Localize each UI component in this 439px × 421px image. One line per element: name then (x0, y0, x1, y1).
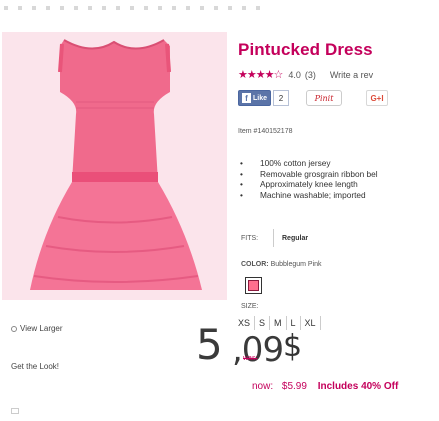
fits-row: FITS: Regular (241, 229, 308, 247)
size-label: SIZE: (241, 303, 259, 310)
now-price-row: now: $5.99 Includes 40% Off (252, 381, 398, 392)
now-label: now: (252, 381, 274, 392)
price-cents: ,09 (232, 330, 284, 370)
google-plus-button[interactable]: G+I (366, 90, 389, 106)
rating-row: ★★★★☆ 4.0 (3) Write a rev (238, 68, 373, 81)
feature-item: Machine washable; imported (238, 190, 378, 201)
pinterest-button[interactable]: Pinit (306, 90, 343, 106)
color-label: COLOR: (241, 261, 269, 268)
fits-label: FITS: (241, 234, 259, 242)
view-larger-label: View Larger (20, 324, 63, 333)
product-image[interactable] (2, 32, 227, 300)
like-label: Like (253, 94, 268, 102)
dress-illustration (2, 32, 227, 300)
feature-item: Approximately knee length (238, 179, 378, 190)
was-label: was: (243, 355, 258, 362)
size-option-xs[interactable]: XS (238, 316, 254, 330)
size-option-l[interactable]: L (285, 316, 300, 330)
was-price: was: (243, 355, 257, 362)
size-option-s[interactable]: S (254, 316, 269, 330)
feature-item: 100% cotton jersey (238, 158, 378, 169)
color-value: Bubblegum Pink (270, 261, 322, 268)
size-selector: XS S M L XL (238, 316, 321, 330)
divider (273, 229, 274, 247)
get-the-look-link[interactable]: Get the Look! (11, 362, 59, 371)
color-row: COLOR: Bubblegum Pink (241, 261, 322, 268)
top-nav-dots (4, 6, 260, 10)
feature-list: 100% cotton jersey Removable grosgrain r… (238, 158, 378, 200)
facebook-like-button[interactable]: f Like (238, 90, 272, 106)
fits-value: Regular (282, 234, 309, 242)
feature-item: Removable grosgrain ribbon bel (238, 169, 378, 180)
write-review-link[interactable]: Write a rev (330, 70, 373, 80)
facebook-icon: f (242, 93, 251, 103)
item-number: Item #140152178 (238, 128, 293, 135)
view-larger-link[interactable]: View Larger (11, 324, 63, 333)
rating-value: 4.0 (288, 69, 301, 80)
discount-text: Includes 40% Off (317, 381, 399, 392)
price-dollar-sign: $ (283, 329, 303, 364)
swatch-fill (248, 280, 259, 291)
price-dollars: 5 (196, 320, 223, 369)
rating-count[interactable]: (3) (305, 70, 316, 80)
star-rating-icon[interactable]: ★★★★☆ (238, 68, 283, 81)
size-option-m[interactable]: M (269, 316, 286, 330)
size-option-xl[interactable]: XL (299, 316, 321, 330)
thumbnail-icon[interactable] (11, 408, 19, 414)
color-swatch-bubblegum-pink[interactable] (245, 277, 262, 294)
social-share-bar: f Like 2 Pinit G+I (238, 90, 389, 106)
magnifier-icon (11, 325, 17, 332)
like-count: 2 (273, 90, 290, 106)
product-title: Pintucked Dress (238, 40, 373, 59)
now-price: $5.99 (281, 381, 307, 392)
